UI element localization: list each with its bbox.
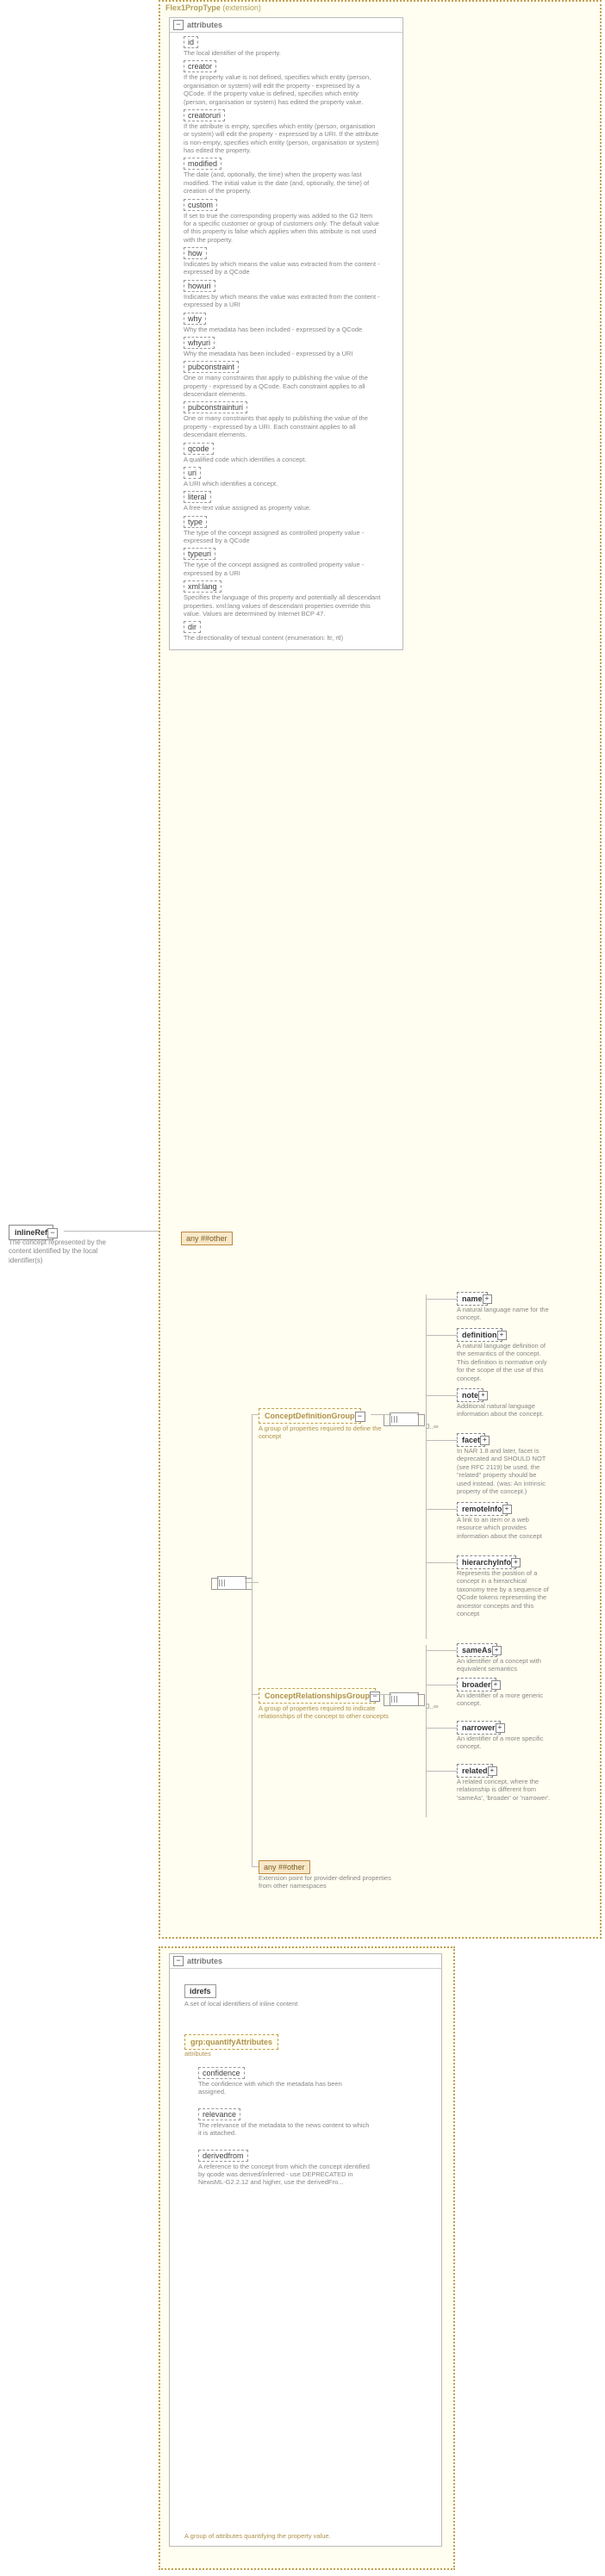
ext-desc: Extension point for provider-defined pro… xyxy=(259,1874,396,1890)
elem-note[interactable]: note+ xyxy=(457,1388,483,1402)
attr-desc: The directionality of textual content (e… xyxy=(184,634,382,642)
plus-icon[interactable]: + xyxy=(478,1391,488,1400)
attr-desc: A free-text value assigned as property v… xyxy=(184,504,382,512)
elem-related[interactable]: related+ xyxy=(457,1764,493,1778)
attr-relevance: relevance xyxy=(198,2108,240,2120)
attr-whyuri: whyuri xyxy=(184,337,215,349)
elem-desc: Represents the position of a concept in … xyxy=(457,1569,552,1617)
attr-desc: The type of the concept assigned as cont… xyxy=(184,529,382,545)
attr-desc: If set to true the corresponding propert… xyxy=(184,212,382,245)
elem-desc: An identifier of a more specific concept… xyxy=(457,1735,552,1751)
attr-qcode: qcode xyxy=(184,443,214,455)
attr-why: why xyxy=(184,313,206,325)
plus-icon[interactable]: + xyxy=(491,1680,501,1690)
elem-sameas[interactable]: sameAs+ xyxy=(457,1643,497,1657)
elem-broader[interactable]: broader+ xyxy=(457,1678,496,1691)
attr-desc: The date (and, optionally, the time) whe… xyxy=(184,171,382,195)
plus-icon[interactable]: + xyxy=(488,1766,497,1776)
attributes-panel: − attributes idThe local identifier of t… xyxy=(169,17,403,650)
elem-desc: A link to an item or a web resource whic… xyxy=(457,1516,552,1540)
attr-desc: Why the metadata has been included - exp… xyxy=(184,326,382,333)
attr-derivedfrom: derivedfrom xyxy=(198,2150,248,2162)
attr-dir: dir xyxy=(184,621,201,633)
attr-xml:lang: xml:lang xyxy=(184,580,221,593)
minus-icon[interactable]: − xyxy=(355,1412,365,1422)
root-desc: The concept represented by the content i… xyxy=(9,1238,112,1265)
attributes-title: attributes xyxy=(187,1957,222,1965)
sequence-count: 0..∞ xyxy=(426,1703,439,1710)
elem-desc: An identifier of a more generic concept. xyxy=(457,1691,552,1708)
attr-desc: Indicates by which means the value was e… xyxy=(184,260,382,276)
qa-footer: A group of attributes quantifying the pr… xyxy=(184,2532,391,2540)
elem-name[interactable]: name+ xyxy=(457,1292,488,1306)
minus-icon[interactable]: − xyxy=(173,1956,184,1966)
elem-remoteinfo[interactable]: remoteInfo+ xyxy=(457,1502,508,1516)
attr-desc: Why the metadata has been included - exp… xyxy=(184,350,382,357)
elem-desc: An identifier of a concept with equivale… xyxy=(457,1657,552,1673)
plus-icon[interactable]: + xyxy=(483,1294,492,1304)
attr-desc: A qualified code which identifies a conc… xyxy=(184,456,382,463)
minus-icon[interactable]: − xyxy=(173,20,184,30)
plus-icon[interactable]: + xyxy=(480,1436,490,1445)
type-label: Flex1PropType (extension) xyxy=(165,3,261,12)
elem-hierarchyinfo[interactable]: hierarchyInfo+ xyxy=(457,1555,516,1569)
attr-desc: The type of the concept assigned as cont… xyxy=(184,561,382,577)
attr-desc: Indicates by which means the value was e… xyxy=(184,293,382,309)
attr-id: id xyxy=(184,36,198,48)
qa-desc: attributes xyxy=(184,2050,340,2058)
idrefs-attr: idrefs xyxy=(184,1984,216,1998)
attr-type: type xyxy=(184,516,207,528)
elem-desc: A natural language name for the concept. xyxy=(457,1306,552,1322)
attr-confidence: confidence xyxy=(198,2067,245,2079)
minus-icon[interactable]: − xyxy=(370,1691,380,1702)
elem-narrower[interactable]: narrower+ xyxy=(457,1721,501,1735)
elem-desc: Additional natural language information … xyxy=(457,1402,552,1418)
attr-pubconstraint: pubconstraint xyxy=(184,361,239,373)
idrefs-desc: A set of local identifiers of inline con… xyxy=(184,2000,357,2008)
elem-facet[interactable]: facet+ xyxy=(457,1433,485,1447)
any-other-ext: any ##other xyxy=(259,1860,310,1874)
crg-desc: A group of properties required to indica… xyxy=(259,1704,396,1721)
attr-modified: modified xyxy=(184,158,221,170)
quantify-attributes-group[interactable]: grp:quantifyAttributes xyxy=(184,2034,278,2050)
attr-creator: creator xyxy=(184,60,216,72)
elem-definition[interactable]: definition+ xyxy=(457,1328,502,1342)
elem-desc: A natural language definition of the sem… xyxy=(457,1342,552,1382)
attr-custom: custom xyxy=(184,199,217,211)
attr-typeuri: typeuri xyxy=(184,548,215,560)
attr-uri: uri xyxy=(184,467,201,479)
attr-creatoruri: creatoruri xyxy=(184,109,225,121)
any-other: any ##other xyxy=(181,1232,233,1245)
elem-desc: A related concept, where the relationshi… xyxy=(457,1778,552,1802)
attr-desc: One or many constraints that apply to pu… xyxy=(184,374,382,398)
attr-desc: If the attribute is empty, specifies whi… xyxy=(184,122,382,155)
plus-icon[interactable]: + xyxy=(496,1723,505,1733)
attr-desc: The local identifier of the property. xyxy=(184,49,382,57)
attr-desc: If the property value is not defined, sp… xyxy=(184,73,382,106)
attributes-title: attributes xyxy=(187,21,222,29)
plus-icon[interactable]: + xyxy=(492,1646,502,1655)
attr-pubconstrainturi: pubconstrainturi xyxy=(184,401,247,413)
attr-desc: A reference to the concept from which th… xyxy=(198,2163,371,2187)
attr-desc: The confidence with which the metadata h… xyxy=(198,2080,371,2096)
sequence-icon xyxy=(217,1576,246,1590)
minus-icon[interactable]: − xyxy=(47,1228,58,1238)
concept-relationships-group[interactable]: ConceptRelationshipsGroup − xyxy=(259,1688,376,1704)
plus-icon[interactable]: + xyxy=(497,1331,507,1340)
attr-howuri: howuri xyxy=(184,280,215,292)
plus-icon[interactable]: + xyxy=(511,1558,521,1567)
sequence-count: 0..∞ xyxy=(426,1423,439,1431)
root-label: inlineRef xyxy=(15,1228,47,1237)
cdg-desc: A group of properties required to define… xyxy=(259,1425,396,1441)
plus-icon[interactable]: + xyxy=(502,1505,512,1514)
attr-desc: A URI which identifies a concept. xyxy=(184,480,382,487)
attr-desc: The relevance of the metadata to the new… xyxy=(198,2121,371,2138)
attr-desc: One or many constraints that apply to pu… xyxy=(184,414,382,438)
elem-desc: In NAR 1.8 and later, facet is deprecate… xyxy=(457,1447,552,1495)
concept-definition-group[interactable]: ConceptDefinitionGroup − xyxy=(259,1408,361,1424)
attr-literal: literal xyxy=(184,491,211,503)
attr-how: how xyxy=(184,247,207,259)
attr-desc: Specifies the language of this property … xyxy=(184,593,382,618)
